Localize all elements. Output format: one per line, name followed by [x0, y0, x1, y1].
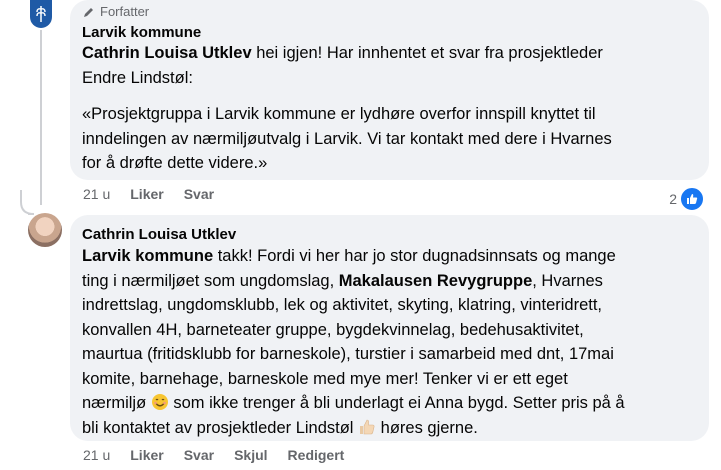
author-badge: Forfatter — [83, 4, 149, 19]
quote-line: «Prosjektgruppa i Larvik kommune er lydh… — [82, 105, 596, 123]
timestamp[interactable]: 21 u — [83, 447, 110, 463]
author-badge-label: Forfatter — [100, 4, 150, 19]
comment-text-line: , Hvarnes — [532, 271, 603, 290]
comment-text-line: konvallen 4H, barneteater gruppe, bygdek… — [82, 320, 584, 339]
quote-line: for å drøfte dette videre.» — [82, 154, 268, 172]
timestamp[interactable]: 21 u — [83, 186, 110, 202]
thumbs-up-emoji — [360, 419, 375, 434]
comment-text-line: takk! Fordi vi her har jo stor dugnadsin… — [213, 247, 616, 265]
comment-text-line: nærmiljø — [82, 394, 147, 412]
like-button[interactable]: Liker — [130, 186, 163, 202]
quote-line: inndelingen av nærmiljøutvalg i Larvik. … — [82, 129, 612, 148]
comment-author[interactable]: Cathrin Louisa Utklev — [82, 226, 236, 243]
comment-text-line: ting i nærmiljøet som ungdomslag, — [82, 271, 339, 290]
hide-button[interactable]: Skjul — [234, 447, 267, 463]
comment-text-line: som ikke trenger å bli underlagt ei Anna… — [168, 394, 625, 412]
thumbs-up-icon — [679, 186, 705, 212]
like-button[interactable]: Liker — [130, 447, 163, 463]
comment-actions: 21 u Liker Svar — [83, 186, 214, 202]
comment-text-line: bli kontaktet av prosjektleder Lindstøl — [82, 418, 354, 437]
comment-actions: 21 u Liker Svar Skjul Redigert — [83, 447, 344, 463]
reply-button[interactable]: Svar — [184, 186, 214, 202]
comment-text-line: komite, barnehage, barneskole med mye me… — [82, 369, 568, 388]
larvik-coat-of-arms-icon[interactable] — [30, 0, 52, 28]
comment-text-line: indrettslag, ungdomsklubb, lek og aktivi… — [82, 296, 602, 314]
mention-link[interactable]: Cathrin Louisa Utklev — [82, 44, 252, 62]
comment-text-line: høres gjerne. — [376, 418, 478, 437]
thread-line — [40, 30, 42, 205]
comment-text-line: Endre Lindstøl: — [82, 68, 193, 87]
avatar[interactable] — [28, 213, 62, 247]
wheat-icon — [36, 6, 46, 22]
reply-button[interactable]: Svar — [184, 447, 214, 463]
mention-link[interactable]: Larvik kommune — [82, 247, 213, 265]
mention-link[interactable]: Makalausen Revygruppe — [339, 272, 533, 290]
reaction-count: 2 — [669, 191, 677, 207]
pencil-icon — [84, 7, 93, 17]
comment-text: Larvik kommune takk! Fordi vi her har jo… — [82, 244, 625, 440]
edited-label[interactable]: Redigert — [288, 447, 345, 463]
comment-text-line: maurtua (fritidsklubb for barneskole), t… — [82, 345, 614, 363]
comment-author[interactable]: Larvik kommune — [82, 24, 201, 41]
smiling-face-emoji — [151, 394, 168, 410]
reaction-summary[interactable]: 2 — [669, 186, 705, 212]
comment-text: Cathrin Louisa Utklev hei igjen! Har inn… — [82, 41, 612, 176]
comment-text-line: hei igjen! Har innhentet et svar fra pro… — [251, 44, 603, 62]
